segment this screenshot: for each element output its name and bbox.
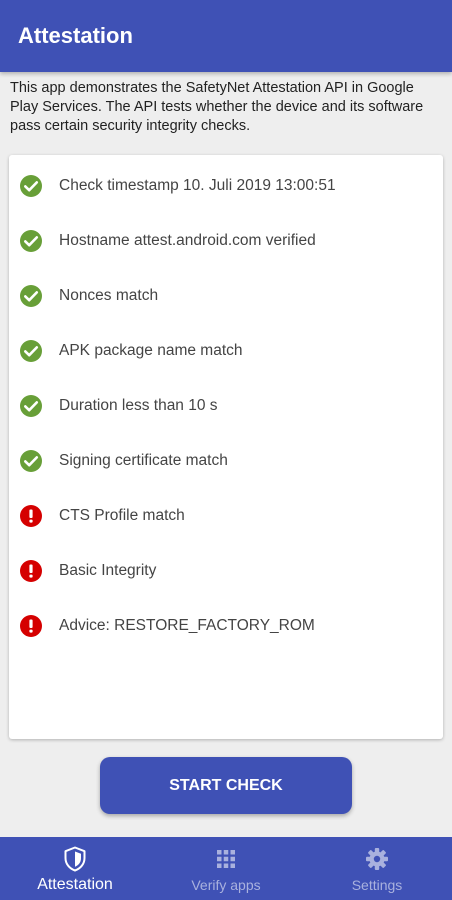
check-item: Nonces match [9, 276, 443, 316]
check-label: Basic Integrity [59, 562, 157, 579]
check-item: Signing certificate match [9, 441, 443, 481]
check-label: Duration less than 10 s [59, 397, 218, 414]
check-circle-icon [19, 174, 43, 198]
check-label: Advice: RESTORE_FACTORY_ROM [59, 617, 315, 634]
nav-label: Attestation [37, 876, 113, 893]
check-item: Hostname attest.android.com verified [9, 221, 443, 261]
alert-circle-icon [19, 614, 43, 638]
results-card: Check timestamp 10. Juli 2019 13:00:51 H… [9, 155, 443, 739]
check-label: Check timestamp 10. Juli 2019 13:00:51 [59, 177, 336, 194]
check-circle-icon [19, 339, 43, 363]
gear-icon [365, 846, 389, 872]
check-circle-icon [19, 284, 43, 308]
app-bar-title: Attestation [18, 23, 133, 48]
alert-circle-icon [19, 559, 43, 583]
check-item: Basic Integrity [9, 551, 443, 591]
alert-circle-icon [19, 504, 43, 528]
intro-text: This app demonstrates the SafetyNet Atte… [10, 80, 424, 134]
nav-item-verify-apps[interactable]: Verify apps [151, 837, 301, 900]
check-item: Advice: RESTORE_FACTORY_ROM [9, 606, 443, 646]
check-item: APK package name match [9, 331, 443, 371]
check-item: Duration less than 10 s [9, 386, 443, 426]
nav-item-settings[interactable]: Settings [302, 837, 452, 900]
check-label: Nonces match [59, 287, 159, 304]
check-label: CTS Profile match [59, 507, 185, 524]
bottom-navigation: Attestation Verify apps Settings [0, 837, 452, 900]
nav-label: Settings [351, 877, 403, 893]
start-check-button[interactable]: START CHECK [100, 757, 352, 814]
check-label: APK package name match [59, 342, 243, 359]
check-item: Check timestamp 10. Juli 2019 13:00:51 [9, 166, 443, 206]
check-label: Hostname attest.android.com verified [59, 232, 316, 249]
check-label: Signing certificate match [59, 452, 228, 469]
nav-item-attestation[interactable]: Attestation [0, 837, 150, 900]
app-bar: Attestation [0, 0, 452, 72]
grid-icon [214, 846, 238, 872]
shield-icon [63, 846, 87, 872]
check-circle-icon [19, 229, 43, 253]
nav-label: Verify apps [191, 877, 261, 893]
check-circle-icon [19, 394, 43, 418]
check-circle-icon [19, 449, 43, 473]
check-item: CTS Profile match [9, 496, 443, 536]
